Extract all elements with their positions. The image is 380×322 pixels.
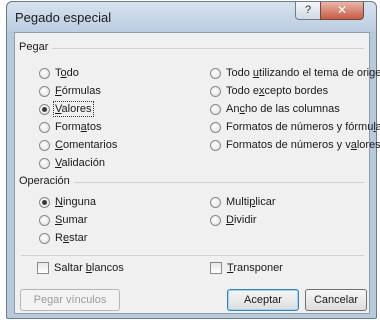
label-text: tilizando el tema de origen bbox=[259, 67, 380, 79]
paste-group-line bbox=[21, 48, 364, 49]
label-text: ividir bbox=[233, 214, 257, 226]
paste-left-label-3: Formatos bbox=[55, 121, 101, 133]
title-bar[interactable]: Pegado especial ? ✕ bbox=[7, 2, 376, 32]
paste-right-label-2: Ancho de las columnas bbox=[226, 103, 340, 115]
label-text: inguna bbox=[62, 196, 96, 208]
op-right-radio-1[interactable] bbox=[210, 214, 221, 226]
paste-left-radio-4[interactable] bbox=[39, 139, 50, 151]
op-left-label-1: Sumar bbox=[55, 214, 87, 226]
access-key: D bbox=[226, 214, 234, 226]
cancel-button[interactable]: Cancelar bbox=[305, 289, 367, 311]
paste-left-label-4: Comentarios bbox=[55, 139, 117, 151]
paste-left-label-2: Valores bbox=[53, 101, 94, 117]
paste-left-option-0[interactable]: Todo bbox=[39, 65, 79, 81]
label-text: R bbox=[55, 232, 63, 244]
op-left-radio-1[interactable] bbox=[39, 214, 50, 226]
access-key: F bbox=[55, 85, 62, 97]
label-text: do bbox=[66, 67, 79, 79]
paste-right-radio-0[interactable] bbox=[210, 67, 221, 79]
label-text: órmulas bbox=[61, 85, 101, 97]
label-text: Todo e bbox=[226, 85, 260, 97]
paste-link-button[interactable]: Pegar vínculos bbox=[20, 289, 120, 311]
paste-right-radio-1[interactable] bbox=[210, 85, 221, 97]
transpose-checkbox-1[interactable] bbox=[210, 262, 222, 274]
label-text: An bbox=[226, 103, 240, 115]
paste-right-option-1[interactable]: Todo excepto bordes bbox=[210, 83, 328, 99]
paste-left-option-2[interactable]: Valores bbox=[39, 101, 94, 117]
help-button[interactable]: ? bbox=[295, 2, 321, 20]
op-right-label-1: Dividir bbox=[226, 214, 257, 226]
paste-right-option-0[interactable]: Todo utilizando el tema de origen bbox=[210, 65, 380, 81]
paste-right-radio-2[interactable] bbox=[210, 103, 221, 115]
op-right-label-0: Multiplicar bbox=[226, 196, 276, 208]
op-left-radio-2[interactable] bbox=[39, 232, 50, 244]
paste-left-radio-3[interactable] bbox=[39, 121, 50, 133]
paste-left-option-5[interactable]: Validación bbox=[39, 155, 105, 171]
op-left-label-0: Ninguna bbox=[55, 196, 96, 208]
label-text: Form bbox=[55, 121, 81, 133]
op-left-option-1[interactable]: Sumar bbox=[39, 212, 87, 228]
label-text: ransponer bbox=[233, 262, 283, 274]
paste-left-radio-2[interactable] bbox=[39, 103, 50, 115]
skip-blanks-label-0: Saltar blancos bbox=[54, 262, 124, 274]
op-right-option-0[interactable]: Multiplicar bbox=[210, 194, 276, 210]
op-right-radio-0[interactable] bbox=[210, 196, 221, 208]
op-right-option-1[interactable]: Dividir bbox=[210, 212, 257, 228]
paste-section-label: Pegar bbox=[19, 41, 53, 53]
label-text: lores bbox=[356, 139, 380, 151]
label-text: lancos bbox=[91, 262, 124, 274]
paste-left-option-1[interactable]: Fórmulas bbox=[39, 83, 101, 99]
label-text: cepto bordes bbox=[264, 85, 329, 97]
paste-left-radio-5[interactable] bbox=[39, 157, 50, 169]
skip-blanks-option-0[interactable]: Saltar blancos bbox=[37, 260, 124, 276]
label-text: licar bbox=[255, 196, 276, 208]
op-left-option-0[interactable]: Ninguna bbox=[39, 194, 96, 210]
label-text: tos bbox=[86, 121, 102, 133]
dialog-body: Pegar Operación Pegar vínculos Aceptar C… bbox=[14, 32, 380, 314]
paste-right-label-1: Todo excepto bordes bbox=[226, 85, 328, 97]
paste-left-option-4[interactable]: Comentarios bbox=[39, 137, 117, 153]
paste-left-radio-1[interactable] bbox=[39, 85, 50, 97]
paste-right-option-3[interactable]: Formatos de números y fórmulas bbox=[210, 119, 380, 135]
close-button[interactable]: ✕ bbox=[320, 2, 364, 20]
paste-right-label-3: Formatos de números y fórmulas bbox=[226, 121, 380, 133]
paste-right-radio-3[interactable] bbox=[210, 121, 221, 133]
label-text: umar bbox=[62, 214, 88, 226]
checks-divider bbox=[21, 255, 364, 256]
access-key: C bbox=[55, 139, 63, 151]
label-text: as bbox=[375, 121, 380, 133]
paste-special-dialog: Pegado especial ? ✕ Pegar Operación Pega… bbox=[6, 1, 380, 319]
paste-right-label-4: Formatos de números y valores bbox=[226, 139, 380, 151]
transpose-option-1[interactable]: Transponer bbox=[210, 260, 283, 276]
operation-section-label: Operación bbox=[19, 175, 74, 187]
paste-right-label-0: Todo utilizando el tema de origen bbox=[226, 67, 380, 79]
label-text: omentarios bbox=[62, 139, 118, 151]
op-left-option-2[interactable]: Restar bbox=[39, 230, 87, 246]
transpose-label-1: Transponer bbox=[227, 262, 283, 274]
label-text: Todo bbox=[226, 67, 253, 79]
access-key: N bbox=[55, 196, 63, 208]
label-text: Saltar bbox=[54, 262, 86, 274]
paste-left-label-0: Todo bbox=[55, 67, 79, 79]
op-left-radio-0[interactable] bbox=[39, 196, 50, 208]
label-text: star bbox=[69, 232, 88, 244]
skip-blanks-checkbox-0[interactable] bbox=[37, 262, 49, 274]
accept-button[interactable]: Aceptar bbox=[227, 289, 299, 311]
paste-left-option-3[interactable]: Formatos bbox=[39, 119, 101, 135]
label-text: alidación bbox=[61, 157, 105, 169]
label-text: Multi bbox=[226, 196, 250, 208]
paste-left-label-1: Fórmulas bbox=[55, 85, 101, 97]
paste-right-option-4[interactable]: Formatos de números y valores bbox=[210, 137, 380, 153]
dialog-title: Pegado especial bbox=[15, 10, 112, 25]
paste-right-radio-4[interactable] bbox=[210, 139, 221, 151]
label-text: ho de las columnas bbox=[244, 103, 340, 115]
op-left-label-2: Restar bbox=[55, 232, 87, 244]
paste-right-option-2[interactable]: Ancho de las columnas bbox=[210, 101, 340, 117]
paste-left-label-5: Validación bbox=[55, 157, 105, 169]
label-text: Formatos de números y v bbox=[226, 139, 351, 151]
label-text: alores bbox=[61, 103, 92, 115]
label-text: Formatos de números y fórmu bbox=[226, 121, 374, 133]
paste-left-radio-0[interactable] bbox=[39, 67, 50, 79]
